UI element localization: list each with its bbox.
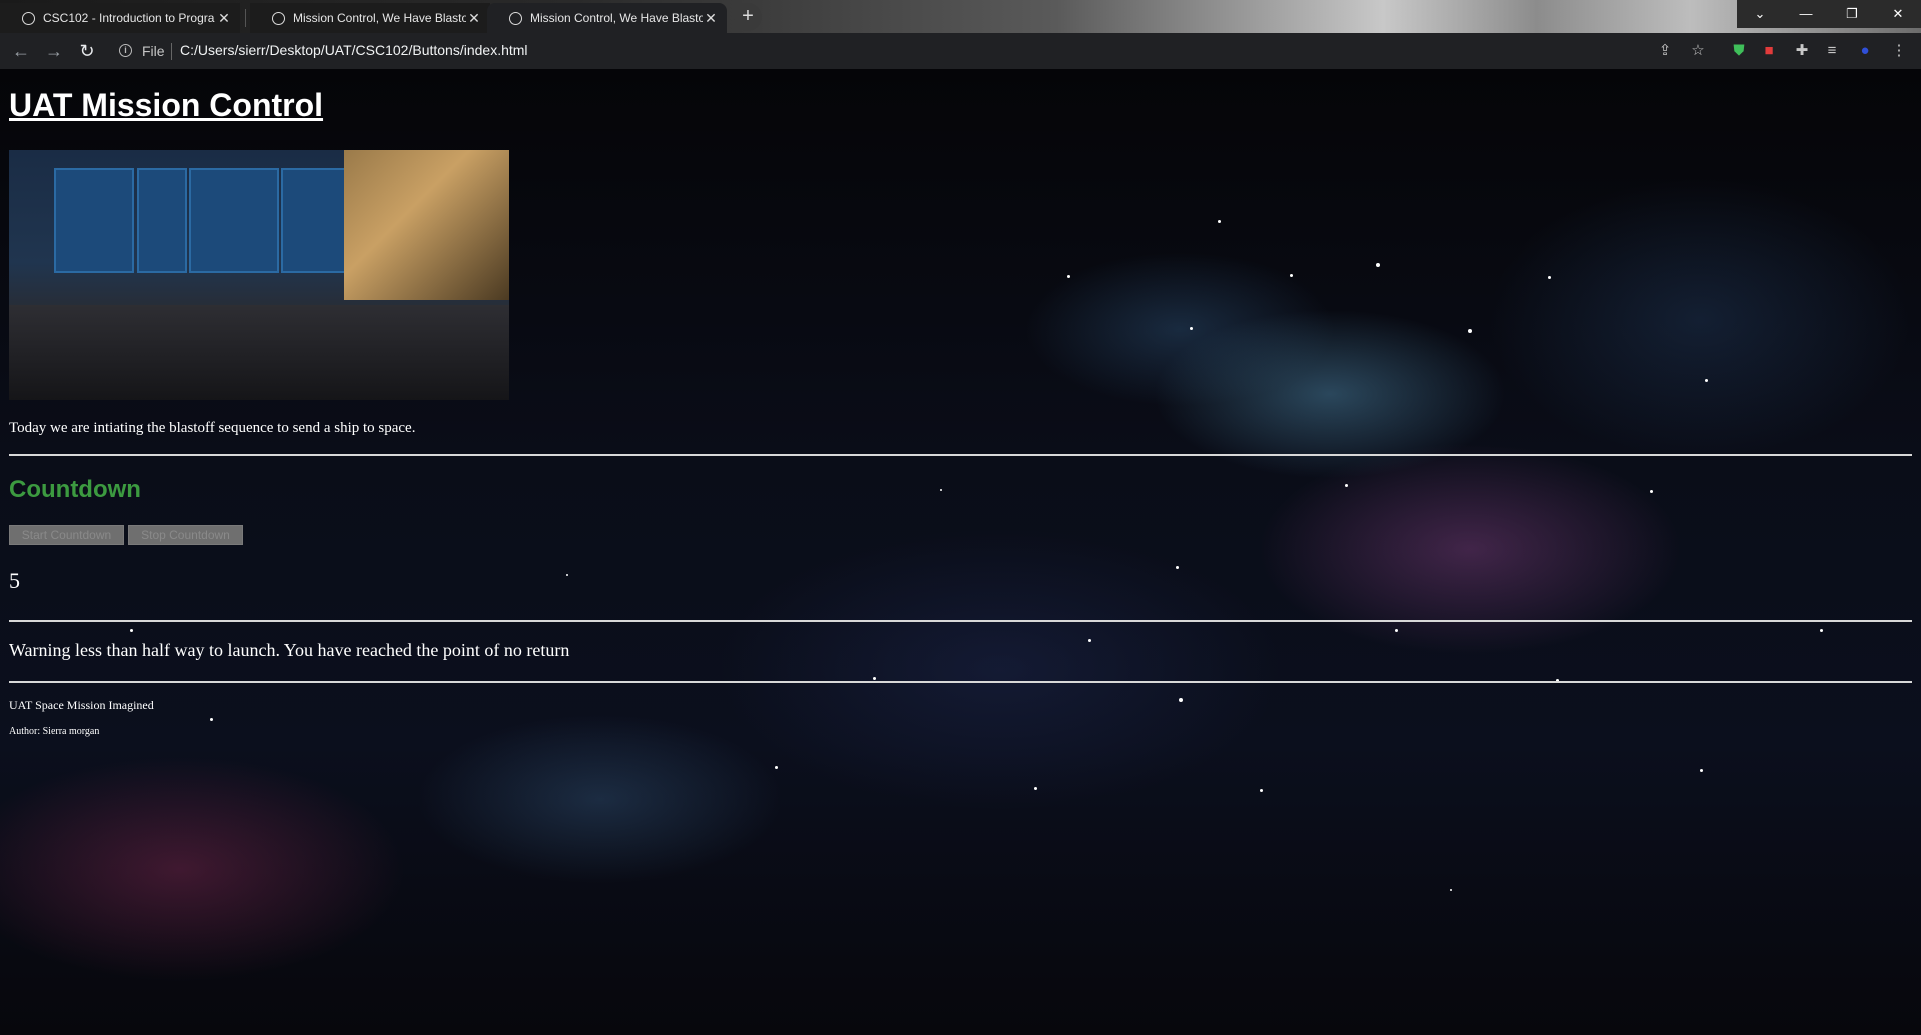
- start-countdown-button[interactable]: Start Countdown: [9, 525, 124, 545]
- address-bar[interactable]: C:/Users/sierr/Desktop/UAT/CSC102/Button…: [180, 42, 528, 58]
- chrome-globe-icon: [22, 11, 35, 25]
- countdown-heading: Countdown: [9, 476, 141, 503]
- tab-title: CSC102 - Introduction to Progra: [43, 11, 215, 25]
- minimize-icon[interactable]: —: [1783, 0, 1829, 28]
- close-window-icon[interactable]: ✕: [1875, 0, 1921, 28]
- forward-icon[interactable]: →: [41, 39, 67, 65]
- mission-crew: [9, 305, 509, 400]
- stop-countdown-button[interactable]: Stop Countdown: [128, 525, 243, 545]
- countdown-value: 5: [9, 568, 20, 593]
- footer-author: Author: Sierra morgan: [9, 726, 100, 737]
- control-screen: [137, 168, 187, 273]
- divider: [9, 620, 1912, 622]
- close-icon[interactable]: ✕: [466, 10, 482, 27]
- new-tab-icon[interactable]: +: [734, 3, 762, 31]
- intro-text: Today we are intiating the blastoff sequ…: [9, 420, 416, 436]
- page-title[interactable]: UAT Mission Control: [9, 87, 323, 124]
- divider: [9, 454, 1912, 456]
- info-icon[interactable]: i: [119, 44, 132, 57]
- mission-control-image: [9, 150, 509, 400]
- profile-avatar[interactable]: ●: [1855, 41, 1875, 61]
- reload-icon[interactable]: ↻: [74, 39, 100, 65]
- share-icon[interactable]: ⇪: [1655, 41, 1675, 61]
- restore-icon[interactable]: ❐: [1829, 0, 1875, 28]
- address-separator: [171, 43, 172, 60]
- tab-strip: CSC102 - Introduction to Progra ✕ Missio…: [0, 0, 1921, 33]
- tab-separator: [245, 9, 246, 27]
- menu-icon[interactable]: ⋮: [1889, 41, 1909, 61]
- warning-message: Warning less than half way to launch. Yo…: [9, 640, 570, 660]
- pdf-extension-icon[interactable]: ■: [1759, 41, 1779, 61]
- reading-list-icon[interactable]: ≡: [1822, 41, 1842, 61]
- tab-mission-control-1[interactable]: Mission Control, We Have Blastof ✕: [250, 3, 490, 33]
- tab-search-icon[interactable]: ⌄: [1737, 0, 1783, 28]
- tab-title: Mission Control, We Have Blastof: [293, 11, 466, 25]
- divider: [9, 681, 1912, 683]
- back-icon[interactable]: ←: [8, 39, 34, 65]
- close-icon[interactable]: ✕: [703, 10, 719, 27]
- tab-mission-control-2[interactable]: Mission Control, We Have Blasto ✕: [487, 3, 727, 33]
- browser-toolbar: ← → ↻ i File C:/Users/sierr/Desktop/UAT/…: [0, 33, 1921, 69]
- bookmark-star-icon[interactable]: ☆: [1688, 41, 1708, 61]
- ceiling-panels: [344, 150, 509, 300]
- close-icon[interactable]: ✕: [216, 10, 232, 27]
- tab-title: Mission Control, We Have Blasto: [530, 11, 703, 25]
- globe-icon: [509, 11, 522, 25]
- globe-icon: [272, 11, 285, 25]
- control-screen: [54, 168, 134, 273]
- web-page: UAT Mission Control Today we are intiati…: [0, 69, 1921, 1035]
- shield-extension-icon[interactable]: ⛊: [1729, 41, 1749, 61]
- control-screen: [189, 168, 279, 273]
- extension-icon[interactable]: ✚: [1792, 41, 1812, 61]
- tab-csc102[interactable]: CSC102 - Introduction to Progra ✕: [0, 3, 240, 33]
- footer-title: UAT Space Mission Imagined: [9, 698, 154, 712]
- security-label: File: [142, 43, 165, 59]
